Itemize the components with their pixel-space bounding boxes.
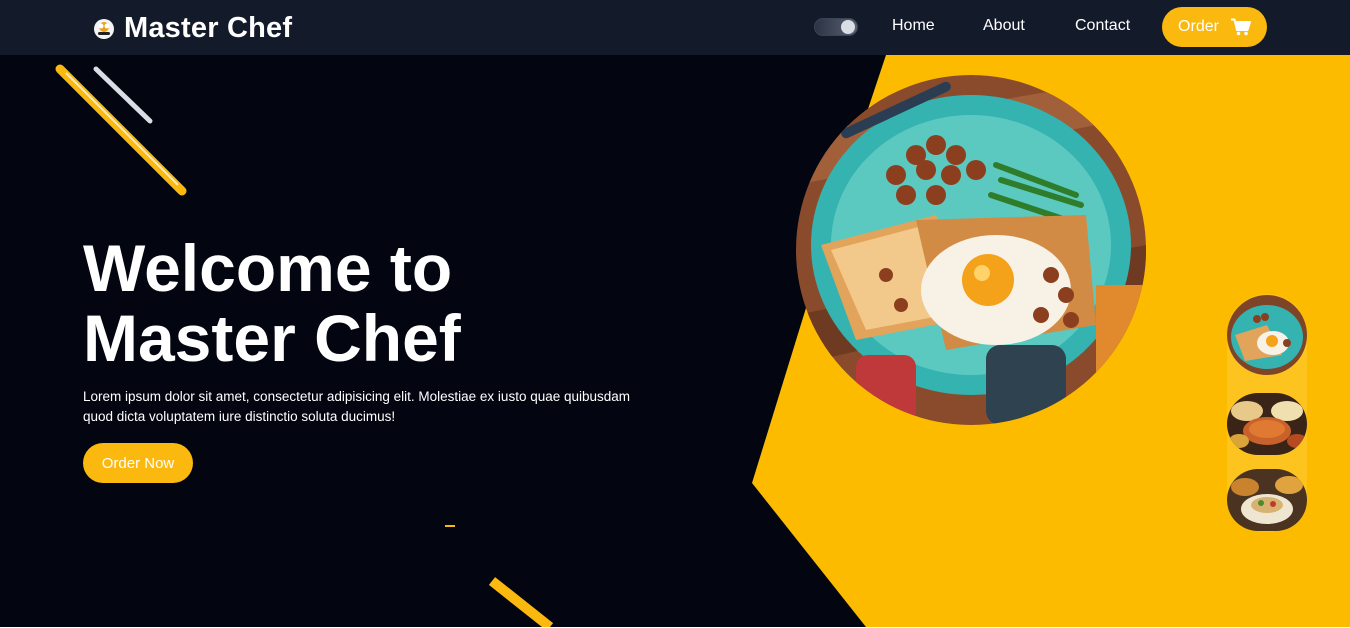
decor-stripe-highlight — [65, 72, 179, 186]
decor-stripe-yellow — [55, 64, 187, 196]
decor-stripe-bottom — [488, 577, 554, 627]
chef-logo-icon — [94, 18, 114, 39]
breakfast-plate-image — [796, 75, 1146, 425]
hero-section: Welcome to Master Chef Lorem ipsum dolor… — [0, 55, 1350, 627]
theme-toggle-knob — [841, 20, 855, 34]
hero-description: Lorem ipsum dolor sit amet, consectetur … — [83, 389, 631, 424]
nav-link-about[interactable]: About — [983, 17, 1025, 35]
brand[interactable]: Master Chef — [92, 12, 292, 45]
order-button[interactable]: Order — [1162, 7, 1267, 47]
navbar: Master Chef Home About Contact Order — [0, 0, 1350, 55]
rice-dish-thumbnail[interactable] — [1227, 469, 1307, 531]
decor-dash — [445, 525, 455, 527]
nav-link-home[interactable]: Home — [892, 17, 935, 35]
theme-toggle[interactable] — [814, 18, 858, 36]
order-now-button[interactable]: Order Now — [83, 443, 193, 483]
cart-icon — [1230, 18, 1251, 36]
brand-name: Master Chef — [124, 12, 293, 44]
curry-bowls-thumbnail[interactable] — [1227, 393, 1307, 455]
breakfast-plate-thumbnail[interactable] — [1227, 295, 1307, 375]
nav-link-contact[interactable]: Contact — [1075, 17, 1130, 35]
order-button-label: Order — [1178, 18, 1219, 35]
hero-title: Welcome to Master Chef — [83, 231, 461, 375]
